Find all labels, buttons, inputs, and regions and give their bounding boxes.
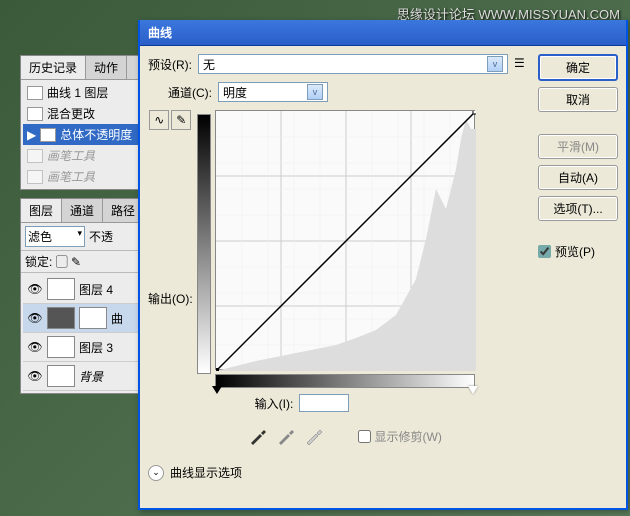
chevron-down-icon: v	[487, 56, 503, 72]
display-options-label: 曲线显示选项	[170, 464, 242, 481]
adjustment-icon	[47, 307, 75, 329]
tab-actions[interactable]: 动作	[86, 56, 127, 79]
visibility-icon[interactable]: 👁	[27, 311, 43, 325]
history-label: 曲线 1 图层	[47, 84, 108, 101]
input-value-field[interactable]	[299, 394, 349, 412]
visibility-icon[interactable]: 👁	[27, 369, 43, 383]
show-clipping-checkbox[interactable]: 显示修剪(W)	[358, 428, 442, 445]
history-label: 总体不透明度	[60, 126, 132, 143]
channel-select[interactable]: 明度 v	[218, 82, 328, 102]
blend-mode-select[interactable]: 滤色▾	[25, 226, 85, 247]
options-button[interactable]: 选项(T)...	[538, 196, 618, 221]
brush-icon	[27, 170, 43, 184]
curve-area: ∿ ✎ 输出(O):	[148, 110, 530, 446]
lock-label: 锁定:	[25, 255, 52, 269]
history-label: 画笔工具	[47, 147, 95, 164]
layer-row[interactable]: 👁 图层 3	[23, 333, 157, 362]
tab-layers[interactable]: 图层	[21, 199, 62, 222]
visibility-icon[interactable]: 👁	[27, 282, 43, 296]
dialog-buttons: 确定 取消 平滑(M) 自动(A) 选项(T)... 预览(P)	[538, 54, 618, 481]
preview-checkbox[interactable]: 预览(P)	[538, 243, 618, 260]
lock-transparent-icon[interactable]: ▢	[56, 255, 68, 269]
curves-dialog: 曲线 预设(R): 无 v ☰ 通道(C): 明度 v	[138, 20, 628, 510]
history-item[interactable]: 画笔工具	[23, 145, 157, 166]
history-item[interactable]: ▶ 总体不透明度	[23, 124, 157, 145]
history-item[interactable]: 混合更改	[23, 103, 157, 124]
history-icon	[40, 128, 56, 142]
history-item[interactable]: 曲线 1 图层	[23, 82, 157, 103]
layer-row[interactable]: 👁曲	[23, 304, 157, 333]
layer-name: 图层 3	[79, 339, 113, 356]
layer-thumb	[47, 365, 75, 387]
visibility-icon[interactable]: 👁	[27, 340, 43, 354]
history-label: 混合更改	[47, 105, 95, 122]
expand-icon[interactable]: ⌄	[148, 465, 164, 481]
chevron-down-icon: v	[307, 84, 323, 100]
eyedropper-gray-icon[interactable]	[276, 426, 298, 446]
lock-pixels-icon[interactable]: ✎	[71, 255, 81, 269]
preset-value: 无	[203, 56, 215, 73]
layer-name: 背景	[79, 368, 103, 385]
preset-label: 预设(R):	[148, 56, 192, 73]
layer-name: 图层 4	[79, 281, 113, 298]
curve-graph[interactable]	[215, 110, 475, 370]
pencil-tool-icon[interactable]: ✎	[171, 110, 191, 130]
layer-row[interactable]: 👁 背景	[23, 362, 157, 391]
layer-row[interactable]: 👁 图层 4	[23, 275, 157, 304]
marker-icon: ▶	[27, 128, 36, 142]
tab-history[interactable]: 历史记录	[21, 56, 86, 79]
preset-row: 预设(R): 无 v ☰	[148, 54, 530, 74]
display-options-row[interactable]: ⌄ 曲线显示选项	[148, 464, 530, 481]
channel-row: 通道(C): 明度 v	[168, 82, 530, 102]
brush-icon	[27, 149, 43, 163]
history-icon	[27, 86, 43, 100]
highlight-slider[interactable]	[468, 386, 478, 399]
auto-button[interactable]: 自动(A)	[538, 165, 618, 190]
history-item[interactable]: 画笔工具	[23, 166, 157, 187]
channel-label: 通道(C):	[168, 84, 212, 101]
output-label: 输出(O):	[148, 290, 193, 307]
tab-channels[interactable]: 通道	[62, 199, 103, 222]
curve-tool-icon[interactable]: ∿	[149, 110, 169, 130]
layer-name: 曲	[111, 310, 123, 327]
preset-menu-icon[interactable]: ☰	[514, 56, 530, 72]
preset-select[interactable]: 无 v	[198, 54, 508, 74]
layer-thumb	[47, 336, 75, 358]
output-gradient	[197, 114, 211, 374]
input-label: 输入(I):	[255, 395, 294, 412]
history-label: 画笔工具	[47, 168, 95, 185]
input-gradient[interactable]	[215, 374, 475, 388]
cancel-button[interactable]: 取消	[538, 87, 618, 112]
channel-value: 明度	[223, 84, 247, 101]
mask-thumb	[79, 307, 107, 329]
layer-thumb	[47, 278, 75, 300]
shadow-slider[interactable]	[212, 386, 222, 399]
history-icon	[27, 107, 43, 121]
smooth-button: 平滑(M)	[538, 134, 618, 159]
eyedropper-white-icon[interactable]	[304, 426, 326, 446]
eyedropper-black-icon[interactable]	[248, 426, 270, 446]
ok-button[interactable]: 确定	[538, 54, 618, 81]
dialog-title: 曲线	[140, 20, 626, 46]
opacity-label: 不透	[89, 228, 113, 245]
